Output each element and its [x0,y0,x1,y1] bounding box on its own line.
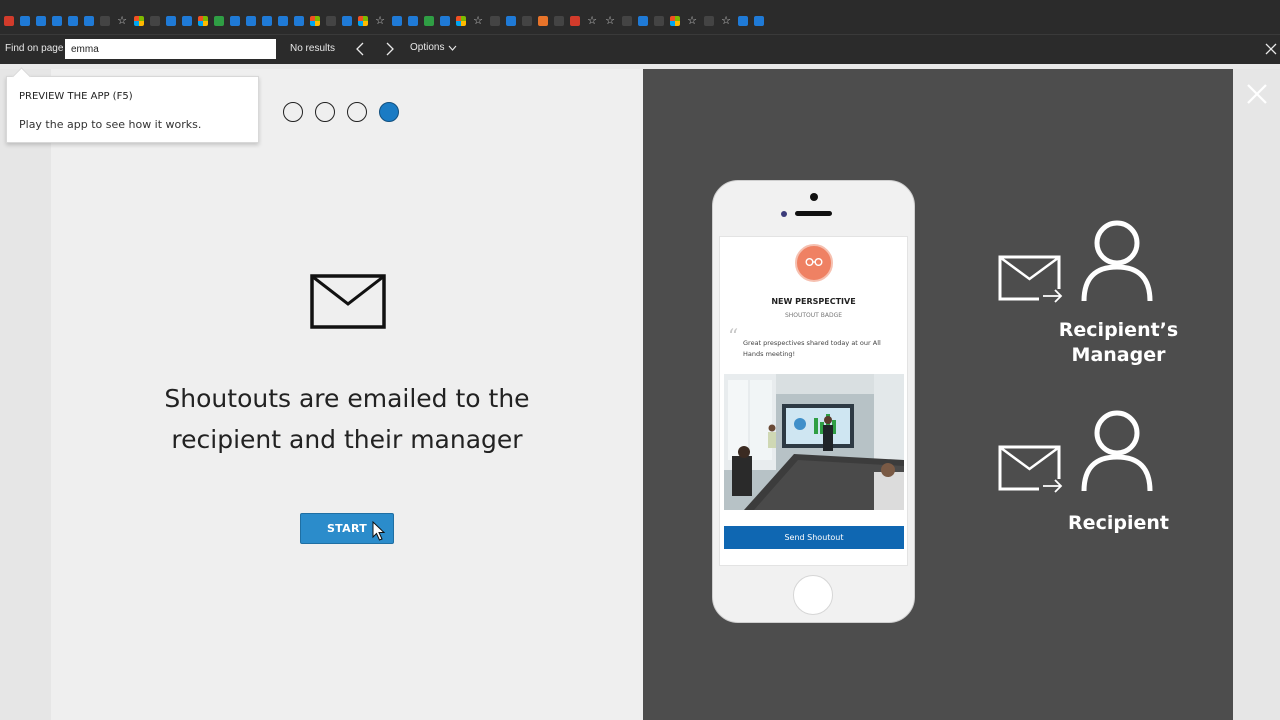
favorite-icon[interactable] [424,16,434,26]
find-options-label: Options [410,42,445,53]
title-strip [0,0,1280,8]
step-dot[interactable] [379,102,399,122]
microsoft-icon[interactable] [456,16,466,26]
microsoft-icon[interactable] [134,16,144,26]
find-options-button[interactable]: Options [410,42,457,53]
mail-forward-icon [998,445,1065,495]
mail-icon [310,274,386,329]
step-dot[interactable] [315,102,335,122]
close-icon[interactable] [1245,82,1269,106]
star-icon[interactable]: ☆ [720,15,732,26]
favorite-icon[interactable] [20,16,30,26]
mouse-cursor-icon [372,521,386,541]
canvas-margin-left [0,69,51,720]
favorite-icon[interactable] [262,16,272,26]
microsoft-icon[interactable] [310,16,320,26]
favorite-icon[interactable] [522,16,532,26]
headline-line-2: recipient and their manager [171,425,523,454]
card-subtitle: SHOUTOUT BADGE [784,312,843,319]
chevron-right-icon [386,42,394,56]
favorite-icon[interactable] [84,16,94,26]
favorite-icon[interactable] [570,16,580,26]
star-icon[interactable]: ☆ [604,15,616,26]
favorite-icon[interactable] [704,16,714,26]
role-recipient: Recipient [1068,512,1169,534]
star-icon[interactable]: ☆ [374,15,386,26]
card-title: NEW PERSPECTIVE [771,297,856,306]
favorite-icon[interactable] [408,16,418,26]
favorite-icon[interactable] [554,16,564,26]
step-indicator [283,102,399,122]
favorite-icon[interactable] [68,16,78,26]
favorite-icon[interactable] [506,16,516,26]
favorite-icon[interactable] [490,16,500,26]
step-dot[interactable] [347,102,367,122]
meeting-photo [724,374,904,510]
mail-forward-icon [998,255,1065,305]
microsoft-icon[interactable] [198,16,208,26]
headline: Shoutouts are emailed to the recipient a… [130,378,564,460]
favorite-icon[interactable] [622,16,632,26]
favorite-icon[interactable] [638,16,648,26]
favorite-icon[interactable] [150,16,160,26]
favorite-icon[interactable] [246,16,256,26]
find-on-page-bar: Find on page No results Options [0,34,1280,64]
favorite-icon[interactable] [326,16,336,26]
favorite-icon[interactable] [440,16,450,26]
preview-tooltip: PREVIEW THE APP (F5) Play the app to see… [6,76,259,143]
chevron-down-icon [449,45,457,51]
quote-icon: “ [728,324,739,348]
role-manager-line-1: Recipient’s [1058,319,1179,341]
favorite-icon[interactable] [166,16,176,26]
favorite-icon[interactable] [230,16,240,26]
tooltip-body: Play the app to see how it works. [19,118,202,131]
canvas-margin-right [1233,69,1280,720]
favorite-icon[interactable] [294,16,304,26]
favorite-icon[interactable] [214,16,224,26]
find-status: No results [290,43,336,54]
find-input[interactable] [65,39,276,59]
favorites-bar: ☆ ☆ ☆ ☆ ☆ ☆ ☆ [0,8,1280,34]
favorite-icon[interactable] [738,16,748,26]
star-icon[interactable]: ☆ [116,15,128,26]
chevron-left-icon [356,42,364,56]
favorite-icon[interactable] [754,16,764,26]
tooltip-title: PREVIEW THE APP (F5) [19,91,133,102]
favorite-icon[interactable] [392,16,402,26]
favorite-icon[interactable] [100,16,110,26]
phone-home-button [793,575,833,615]
card-quote: Great prespectives shared today at our A… [743,339,881,358]
send-shoutout-button[interactable]: Send Shoutout [724,526,904,549]
microsoft-icon[interactable] [358,16,368,26]
step-dot[interactable] [283,102,303,122]
favorite-icon[interactable] [36,16,46,26]
glasses-icon [805,258,823,266]
find-label: Find on page [5,43,64,54]
favorite-icon[interactable] [52,16,62,26]
phone-sensor [781,211,787,217]
star-icon[interactable]: ☆ [472,15,484,26]
find-previous-button[interactable] [349,39,371,59]
favorite-icon[interactable] [654,16,664,26]
favorite-icon[interactable] [182,16,192,26]
favorite-icon[interactable] [342,16,352,26]
headline-line-1: Shoutouts are emailed to the [164,384,530,413]
star-icon[interactable]: ☆ [686,15,698,26]
favorite-icon[interactable] [278,16,288,26]
badge-circle [795,244,833,282]
person-icon [1081,410,1153,492]
phone-camera [810,193,818,201]
find-next-button[interactable] [379,39,401,59]
role-recipients-manager: Recipient’s Manager [1046,318,1191,368]
close-icon[interactable] [1263,41,1279,57]
favorite-icon[interactable] [538,16,548,26]
star-icon[interactable]: ☆ [586,15,598,26]
person-icon [1081,220,1153,302]
favorite-icon[interactable] [4,16,14,26]
phone-speaker [795,211,832,216]
role-manager-line-2: Manager [1071,344,1166,366]
microsoft-icon[interactable] [670,16,680,26]
